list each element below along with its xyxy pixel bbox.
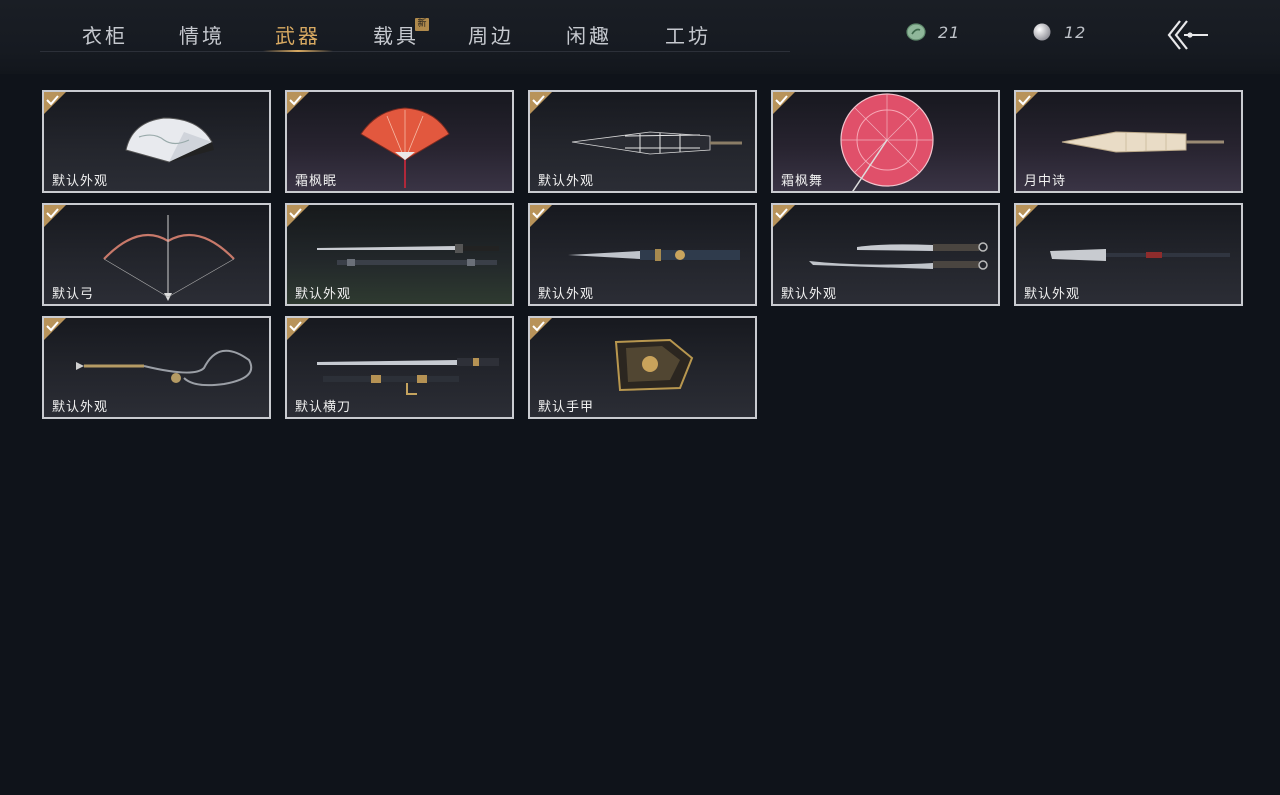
- item-card[interactable]: 默认外观: [42, 90, 271, 193]
- item-label: 默认外观: [538, 174, 595, 189]
- item-label: 默认外观: [52, 400, 109, 415]
- item-label: 默认外观: [781, 287, 838, 302]
- owned-check-icon: [773, 92, 795, 114]
- item-label: 默认外观: [1024, 287, 1081, 302]
- active-tab-indicator: [263, 50, 333, 52]
- top-bar: 衣柜 情境 武器 载具新 周边 闲趣 工坊 21 12: [0, 0, 1280, 74]
- item-card[interactable]: 月中诗: [1014, 90, 1243, 193]
- item-card[interactable]: 霜枫舞: [771, 90, 1000, 193]
- item-card[interactable]: 默认弓: [42, 203, 271, 306]
- pearl-count: 12: [1064, 22, 1087, 42]
- owned-check-icon: [287, 318, 309, 340]
- owned-check-icon: [530, 318, 552, 340]
- owned-check-icon: [773, 205, 795, 227]
- new-badge: 新: [415, 18, 429, 31]
- pearl-icon: [1033, 23, 1051, 41]
- owned-check-icon: [1016, 205, 1038, 227]
- item-label: 霜枫舞: [781, 174, 824, 189]
- owned-check-icon: [287, 92, 309, 114]
- item-card[interactable]: 默认外观: [285, 203, 514, 306]
- item-card[interactable]: 默认外观: [771, 203, 1000, 306]
- item-label: 默认弓: [52, 287, 95, 302]
- owned-check-icon: [287, 205, 309, 227]
- tab-weapons[interactable]: 武器: [253, 20, 343, 52]
- item-card[interactable]: 默认外观: [528, 90, 757, 193]
- tab-vehicles[interactable]: 载具新: [351, 18, 441, 52]
- tab-leisure[interactable]: 闲趣: [544, 20, 634, 52]
- item-card[interactable]: 默认手甲: [528, 316, 757, 419]
- item-label: 霜枫眠: [295, 174, 338, 189]
- item-card[interactable]: 默认横刀: [285, 316, 514, 419]
- tab-workshop[interactable]: 工坊: [643, 20, 733, 52]
- jade-count: 21: [938, 22, 961, 42]
- currency-jade: 21: [906, 20, 960, 44]
- item-card[interactable]: 默认外观: [1014, 203, 1243, 306]
- category-tabs: 衣柜 情境 武器 载具新 周边 闲趣 工坊: [40, 0, 790, 52]
- item-label: 月中诗: [1024, 174, 1067, 189]
- jade-coin-icon: [906, 23, 926, 41]
- item-label: 默认手甲: [538, 400, 595, 415]
- item-label: 默认外观: [52, 174, 109, 189]
- currency-pearl: 12: [1032, 20, 1086, 44]
- item-card[interactable]: 霜枫眠: [285, 90, 514, 193]
- back-arrow-icon[interactable]: [1166, 18, 1212, 52]
- item-label: 默认横刀: [295, 400, 352, 415]
- item-label: 默认外观: [538, 287, 595, 302]
- owned-check-icon: [44, 92, 66, 114]
- item-card[interactable]: 默认外观: [528, 203, 757, 306]
- owned-check-icon: [530, 92, 552, 114]
- owned-check-icon: [530, 205, 552, 227]
- tab-wardrobe[interactable]: 衣柜: [60, 20, 150, 52]
- tab-scene[interactable]: 情境: [157, 20, 247, 52]
- item-label: 默认外观: [295, 287, 352, 302]
- owned-check-icon: [1016, 92, 1038, 114]
- item-card[interactable]: 默认外观: [42, 316, 271, 419]
- owned-check-icon: [44, 205, 66, 227]
- tab-merch[interactable]: 周边: [446, 20, 536, 52]
- owned-check-icon: [44, 318, 66, 340]
